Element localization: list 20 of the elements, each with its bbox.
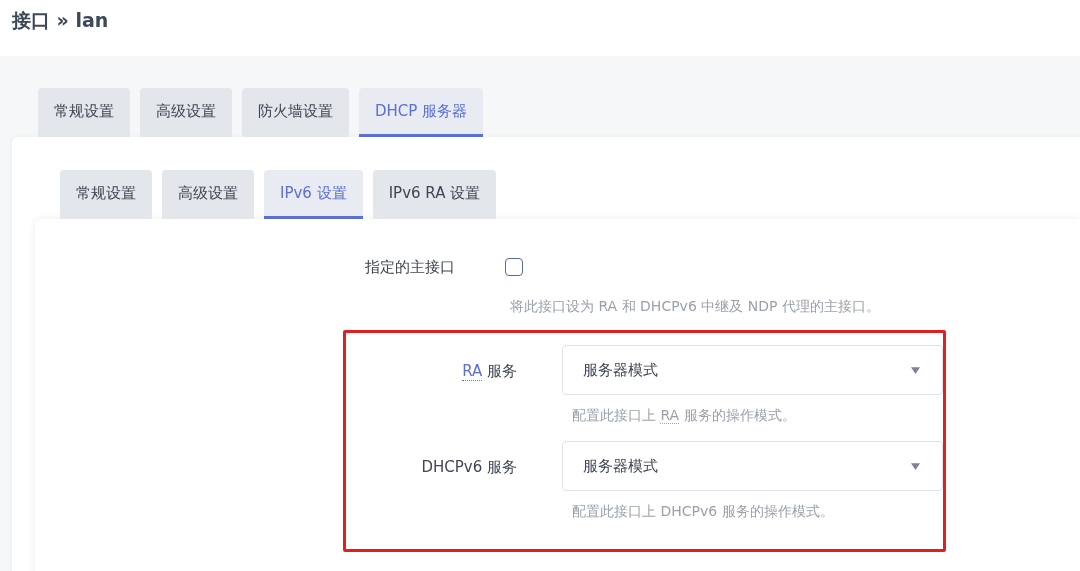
- tab[interactable]: 常规设置: [60, 170, 152, 219]
- field-label: 指定的主接口: [364, 257, 456, 278]
- dropdown[interactable]: 服务器模式: [562, 441, 943, 491]
- dropdown[interactable]: 服务器模式: [562, 345, 943, 395]
- field-label: DHCPv6 服务: [420, 457, 518, 478]
- tab[interactable]: 常规设置: [38, 88, 130, 137]
- checkbox[interactable]: [505, 258, 523, 276]
- help-text: 将此接口设为 RA 和 DHCPv6 中继及 NDP 代理的主接口。: [510, 297, 880, 316]
- help-text: 配置此接口上 RA 服务的操作模式。: [572, 406, 797, 425]
- tab[interactable]: 防火墙设置: [242, 88, 349, 137]
- help-text: 配置此接口上 DHCPv6 服务的操作模式。: [572, 502, 835, 521]
- tab[interactable]: 高级设置: [162, 170, 254, 219]
- caret-icon: [911, 366, 920, 374]
- tab[interactable]: 高级设置: [140, 88, 232, 137]
- caret-icon: [911, 462, 920, 470]
- tab[interactable]: DHCP 服务器: [359, 88, 484, 137]
- page-title: 接口 » lan: [12, 8, 110, 33]
- tab[interactable]: IPv6 RA 设置: [372, 170, 497, 219]
- tab[interactable]: IPv6 设置: [264, 170, 363, 219]
- field-label: RA 服务: [461, 361, 518, 382]
